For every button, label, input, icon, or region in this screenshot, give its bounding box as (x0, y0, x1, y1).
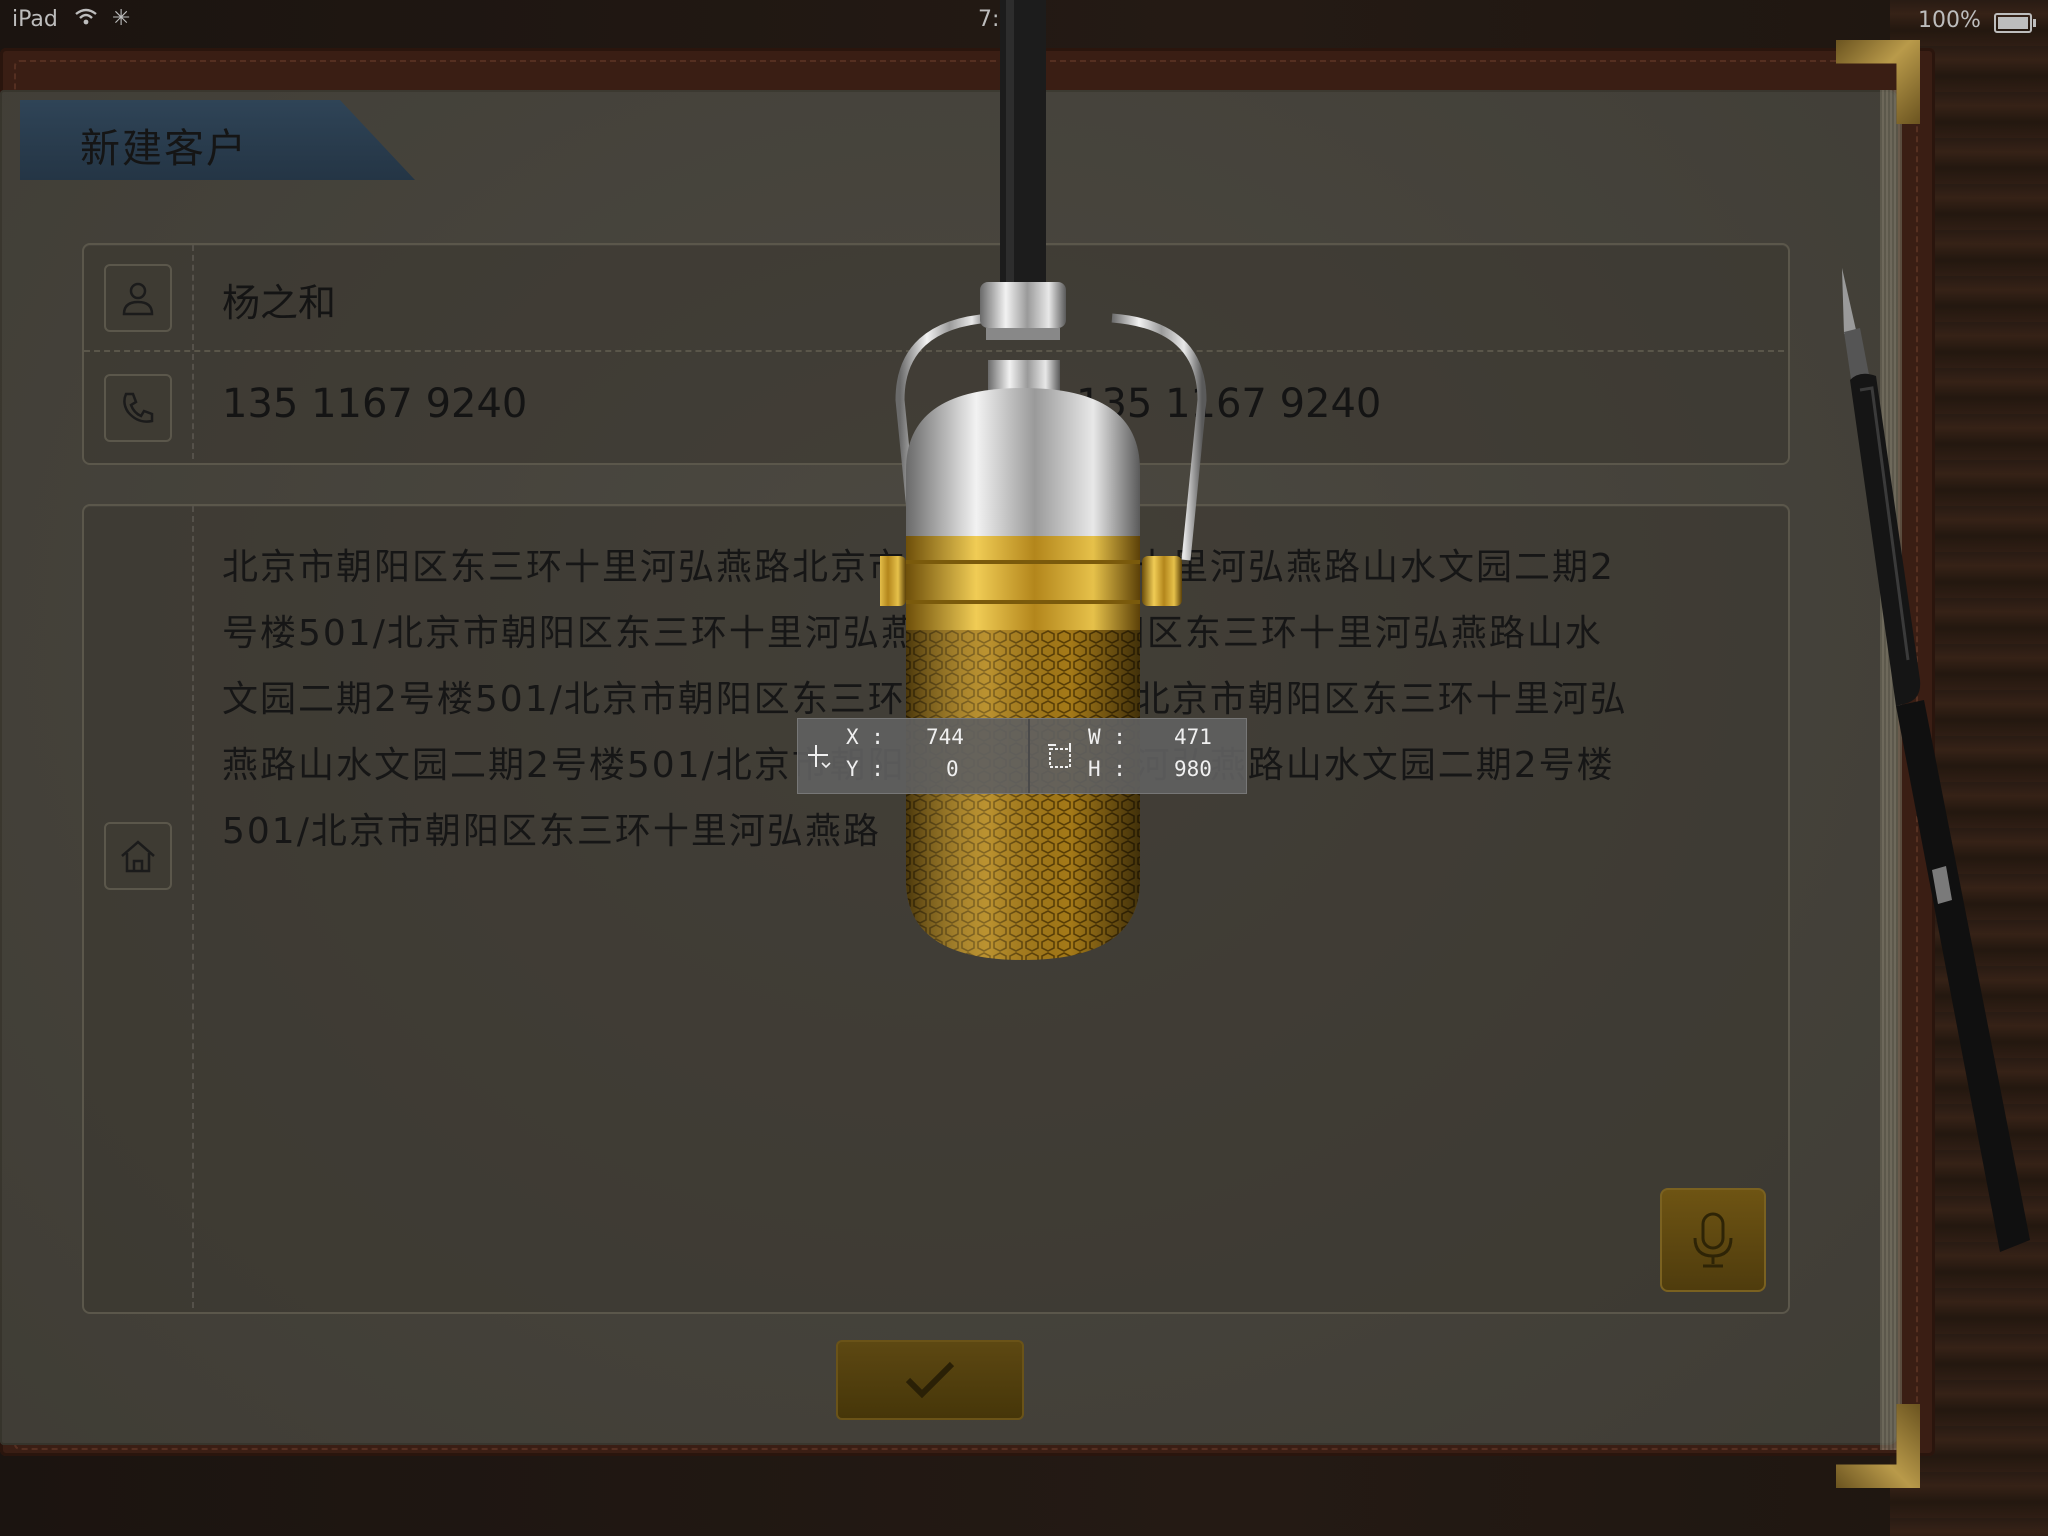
w-value: 471 (1174, 725, 1212, 749)
person-icon (104, 264, 172, 332)
phone-icon (104, 374, 172, 442)
icon-column-divider (192, 245, 194, 459)
y-value: 0 (946, 757, 959, 781)
page-title-tab: 新建客户 (20, 100, 415, 180)
w-label: W : (1088, 725, 1126, 749)
device-name: iPad (12, 7, 58, 32)
measurement-readout: X : 744 Y : 0 W : 471 H : 980 (797, 718, 1247, 794)
activity-spinner-icon: ✳ (112, 6, 131, 31)
h-value: 980 (1174, 757, 1212, 781)
icon-column-divider (192, 506, 194, 1308)
battery-percent: 100% (1918, 8, 1981, 33)
phone-field[interactable]: 135 1167 9240 (222, 381, 527, 427)
x-label: X : (846, 725, 884, 749)
checkmark-icon (905, 1361, 955, 1399)
h-label: H : (1088, 757, 1126, 781)
battery-icon (1994, 13, 2036, 33)
y-label: Y : (846, 757, 884, 781)
page-title: 新建客户 (80, 126, 248, 172)
resize-icon (1048, 743, 1071, 768)
crosshair-icon (808, 745, 831, 769)
wifi-icon (74, 7, 98, 31)
fountain-pen (1842, 268, 2030, 1252)
readout-divider (1028, 719, 1030, 793)
voice-input-button[interactable] (1660, 1188, 1766, 1292)
x-value: 744 (926, 725, 964, 749)
confirm-button[interactable] (836, 1340, 1024, 1420)
home-icon (104, 822, 172, 890)
microphone-illustration (880, 0, 1207, 960)
microphone-icon (1693, 1212, 1733, 1268)
name-field[interactable]: 杨之和 (222, 272, 336, 327)
